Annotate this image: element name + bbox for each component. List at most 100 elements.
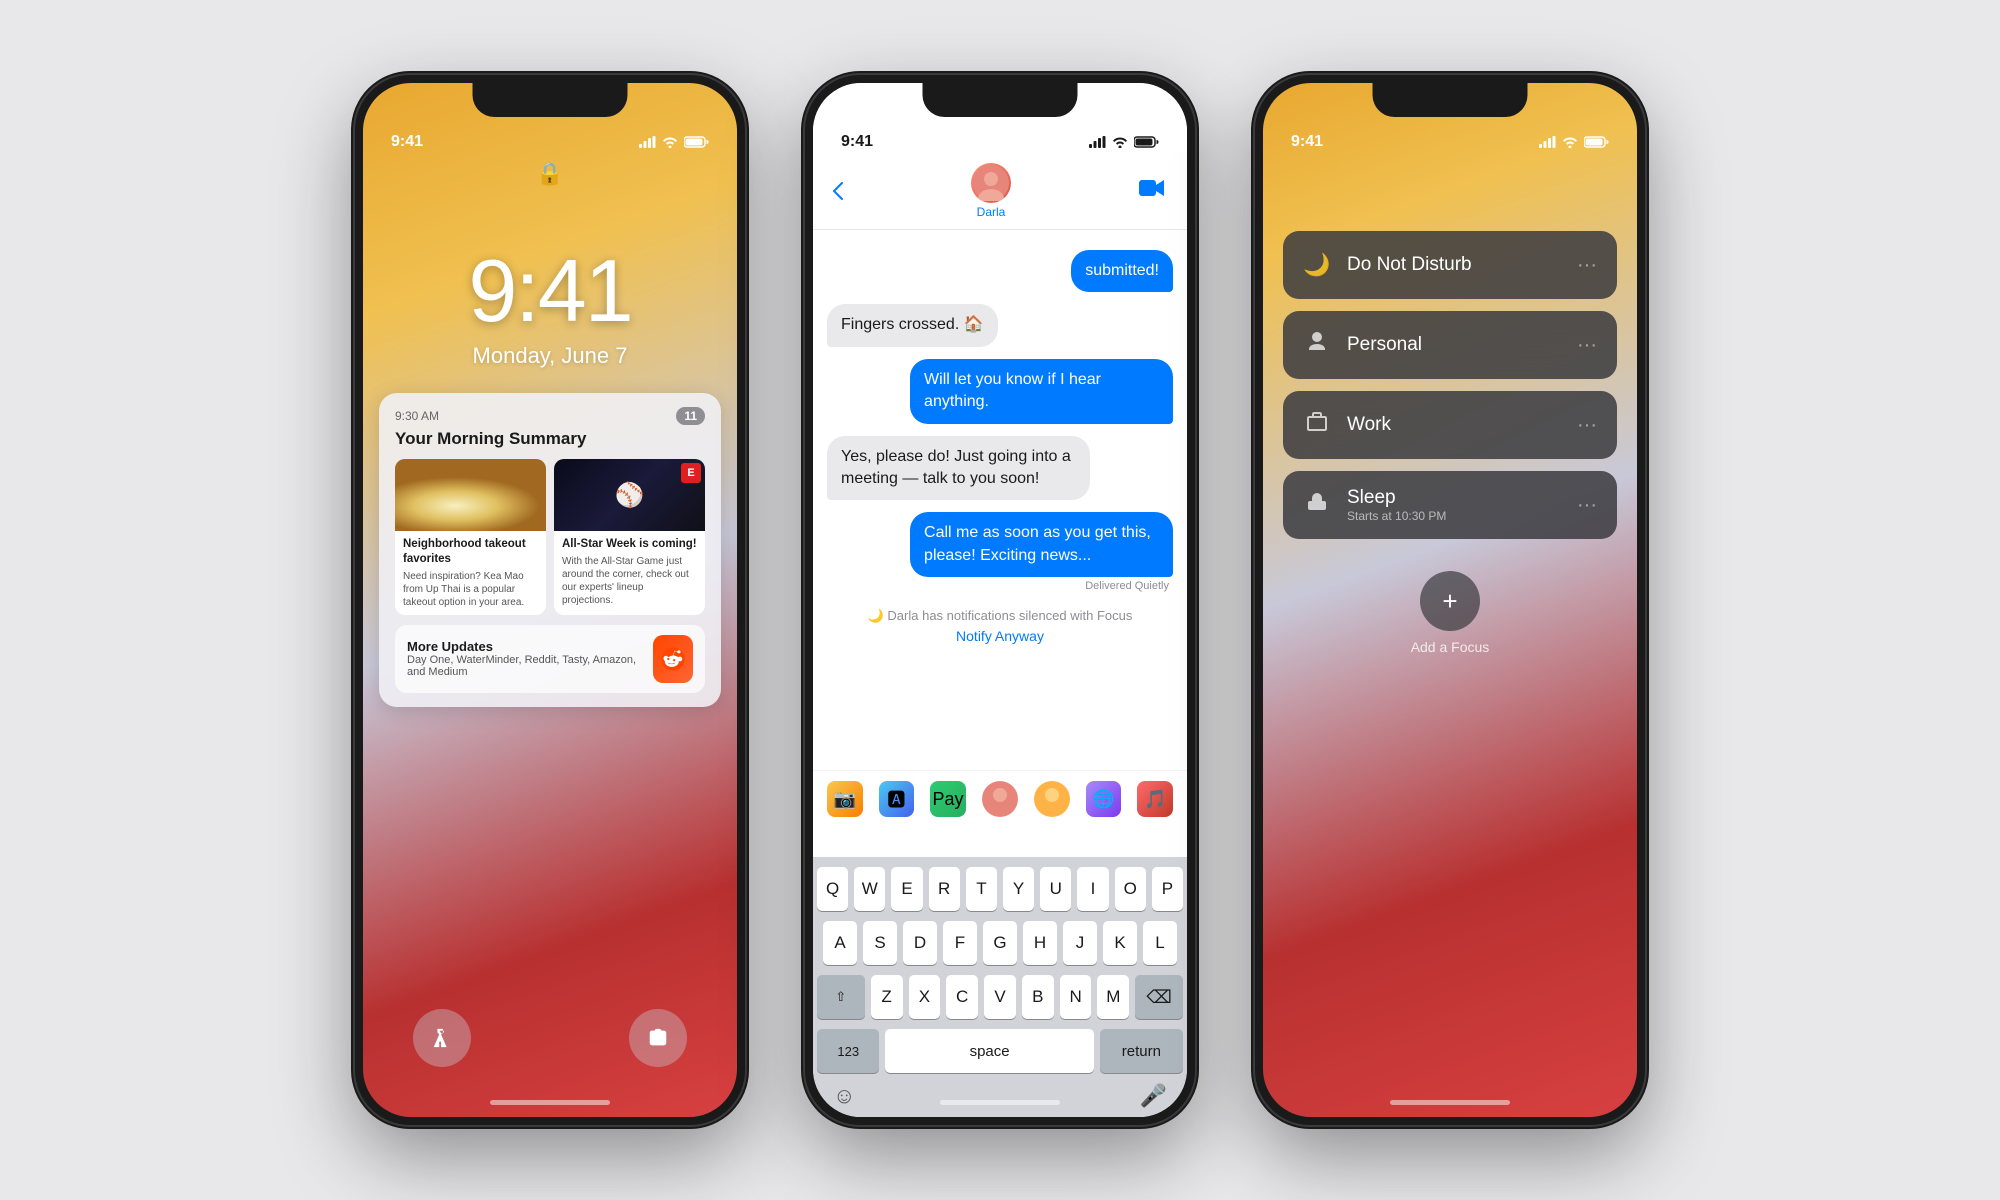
- key-n[interactable]: N: [1060, 975, 1092, 1019]
- lock-time-digits: 9:41: [363, 247, 737, 335]
- do-not-disturb-label: Do Not Disturb: [1347, 254, 1472, 276]
- key-a[interactable]: A: [823, 921, 857, 965]
- signal-icon: [639, 136, 656, 148]
- notification-card[interactable]: 9:30 AM 11 Your Morning Summary Neighbor…: [379, 393, 721, 707]
- messages-body: submitted! Fingers crossed. 🏠 Will let y…: [813, 234, 1187, 664]
- home-indicator-2: [940, 1100, 1060, 1105]
- key-c[interactable]: C: [946, 975, 978, 1019]
- key-e[interactable]: E: [891, 867, 922, 911]
- key-z[interactable]: Z: [871, 975, 903, 1019]
- back-button[interactable]: [833, 182, 843, 200]
- notify-anyway-button[interactable]: Notify Anyway: [956, 628, 1044, 644]
- lock-bottom-buttons: [363, 1009, 737, 1067]
- focus-text: 🌙 Darla has notifications silenced with …: [868, 608, 1133, 624]
- status-icons-1: [639, 136, 709, 148]
- lock-date: Monday, June 7: [363, 343, 737, 369]
- bubble-submitted: submitted!: [827, 250, 1173, 292]
- status-icons-3: [1539, 136, 1609, 148]
- news-image-1: [395, 459, 546, 531]
- notch-2: [923, 83, 1078, 117]
- bubble-text: Fingers crossed. 🏠: [827, 304, 998, 346]
- key-shift[interactable]: ⇧: [817, 975, 865, 1019]
- music-icon[interactable]: 🎵: [1137, 781, 1173, 817]
- key-s[interactable]: S: [863, 921, 897, 965]
- more-updates[interactable]: More Updates Day One, WaterMinder, Reddi…: [395, 625, 705, 693]
- focus-item-work[interactable]: Work ···: [1283, 391, 1617, 459]
- camera-button[interactable]: [629, 1009, 687, 1067]
- wifi-icon: [662, 136, 678, 148]
- key-delete[interactable]: ⌫: [1135, 975, 1183, 1019]
- key-p[interactable]: P: [1152, 867, 1183, 911]
- personal-more[interactable]: ···: [1577, 334, 1597, 357]
- do-not-disturb-more[interactable]: ···: [1577, 254, 1597, 277]
- video-call-button[interactable]: [1139, 178, 1167, 204]
- key-d[interactable]: D: [903, 921, 937, 965]
- news-item-1[interactable]: Neighborhood takeout favorites Need insp…: [395, 459, 546, 615]
- memoji-2-icon[interactable]: [1034, 781, 1070, 817]
- do-not-disturb-icon: 🌙: [1303, 252, 1331, 278]
- news-headline-1: Neighborhood takeout favorites: [403, 537, 538, 567]
- message-apps-row: 📷 🅰 Pay 🌐 🎵: [813, 770, 1187, 827]
- bubble-fingers-crossed: Fingers crossed. 🏠: [827, 304, 1173, 346]
- focus-item-do-not-disturb[interactable]: 🌙 Do Not Disturb ···: [1283, 231, 1617, 299]
- key-x[interactable]: X: [909, 975, 941, 1019]
- key-space[interactable]: space: [885, 1029, 1093, 1073]
- espn-logo: E: [681, 463, 701, 483]
- home-indicator-3: [1390, 1100, 1510, 1105]
- lock-icon: 🔒: [363, 161, 737, 187]
- key-k[interactable]: K: [1103, 921, 1137, 965]
- status-time-3: 9:41: [1291, 133, 1323, 151]
- key-v[interactable]: V: [984, 975, 1016, 1019]
- key-return[interactable]: return: [1100, 1029, 1183, 1073]
- add-focus-button[interactable]: +: [1420, 571, 1480, 631]
- iphone-3: 9:41 🌙 Do Not Disturb ··: [1255, 75, 1645, 1125]
- emoji-button[interactable]: ☺: [833, 1083, 855, 1109]
- focus-item-sleep[interactable]: Sleep Starts at 10:30 PM ···: [1283, 471, 1617, 539]
- key-o[interactable]: O: [1115, 867, 1146, 911]
- signal-icon-2: [1089, 136, 1106, 148]
- bubble-text: Call me as soon as you get this, please!…: [910, 512, 1173, 577]
- key-r[interactable]: R: [929, 867, 960, 911]
- key-123[interactable]: 123: [817, 1029, 879, 1073]
- work-more[interactable]: ···: [1577, 414, 1597, 437]
- add-focus-label: Add a Focus: [1411, 639, 1490, 655]
- lock-time: 9:41 Monday, June 7: [363, 247, 737, 369]
- appstore-icon[interactable]: 🅰: [879, 781, 915, 817]
- flashlight-button[interactable]: [413, 1009, 471, 1067]
- key-l[interactable]: L: [1143, 921, 1177, 965]
- key-m[interactable]: M: [1097, 975, 1129, 1019]
- key-g[interactable]: G: [983, 921, 1017, 965]
- personal-icon: [1303, 330, 1331, 360]
- key-i[interactable]: I: [1077, 867, 1108, 911]
- add-focus-section: + Add a Focus: [1283, 571, 1617, 655]
- bubble-let-you-know: Will let you know if I hear anything.: [827, 359, 1173, 424]
- globe-icon[interactable]: 🌐: [1086, 781, 1122, 817]
- key-b[interactable]: B: [1022, 975, 1054, 1019]
- messages-header: Darla: [813, 151, 1187, 230]
- news-grid: Neighborhood takeout favorites Need insp…: [395, 459, 705, 615]
- photos-app-icon[interactable]: 📷: [827, 781, 863, 817]
- mic-button[interactable]: 🎤: [1140, 1083, 1167, 1109]
- key-y[interactable]: Y: [1003, 867, 1034, 911]
- focus-notice: 🌙 Darla has notifications silenced with …: [827, 604, 1173, 648]
- delivered-label: Delivered Quietly: [1085, 580, 1169, 592]
- contact-avatar: [971, 163, 1011, 203]
- key-u[interactable]: U: [1040, 867, 1071, 911]
- key-w[interactable]: W: [854, 867, 885, 911]
- sleep-icon: [1303, 490, 1331, 520]
- contact-info[interactable]: Darla: [971, 163, 1011, 219]
- key-h[interactable]: H: [1023, 921, 1057, 965]
- memoji-icon[interactable]: [982, 781, 1018, 817]
- key-q[interactable]: Q: [817, 867, 848, 911]
- sleep-sublabel: Starts at 10:30 PM: [1347, 509, 1446, 523]
- reddit-icon: [653, 635, 693, 683]
- news-item-2[interactable]: E All-Star Week is coming! With the All-…: [554, 459, 705, 615]
- keyboard-row-1: Q W E R T Y U I O P: [817, 867, 1183, 911]
- key-j[interactable]: J: [1063, 921, 1097, 965]
- key-f[interactable]: F: [943, 921, 977, 965]
- applepay-icon[interactable]: Pay: [930, 781, 966, 817]
- focus-item-personal[interactable]: Personal ···: [1283, 311, 1617, 379]
- key-t[interactable]: T: [966, 867, 997, 911]
- sleep-more[interactable]: ···: [1577, 494, 1597, 517]
- news-body-2: With the All-Star Game just around the c…: [562, 555, 697, 607]
